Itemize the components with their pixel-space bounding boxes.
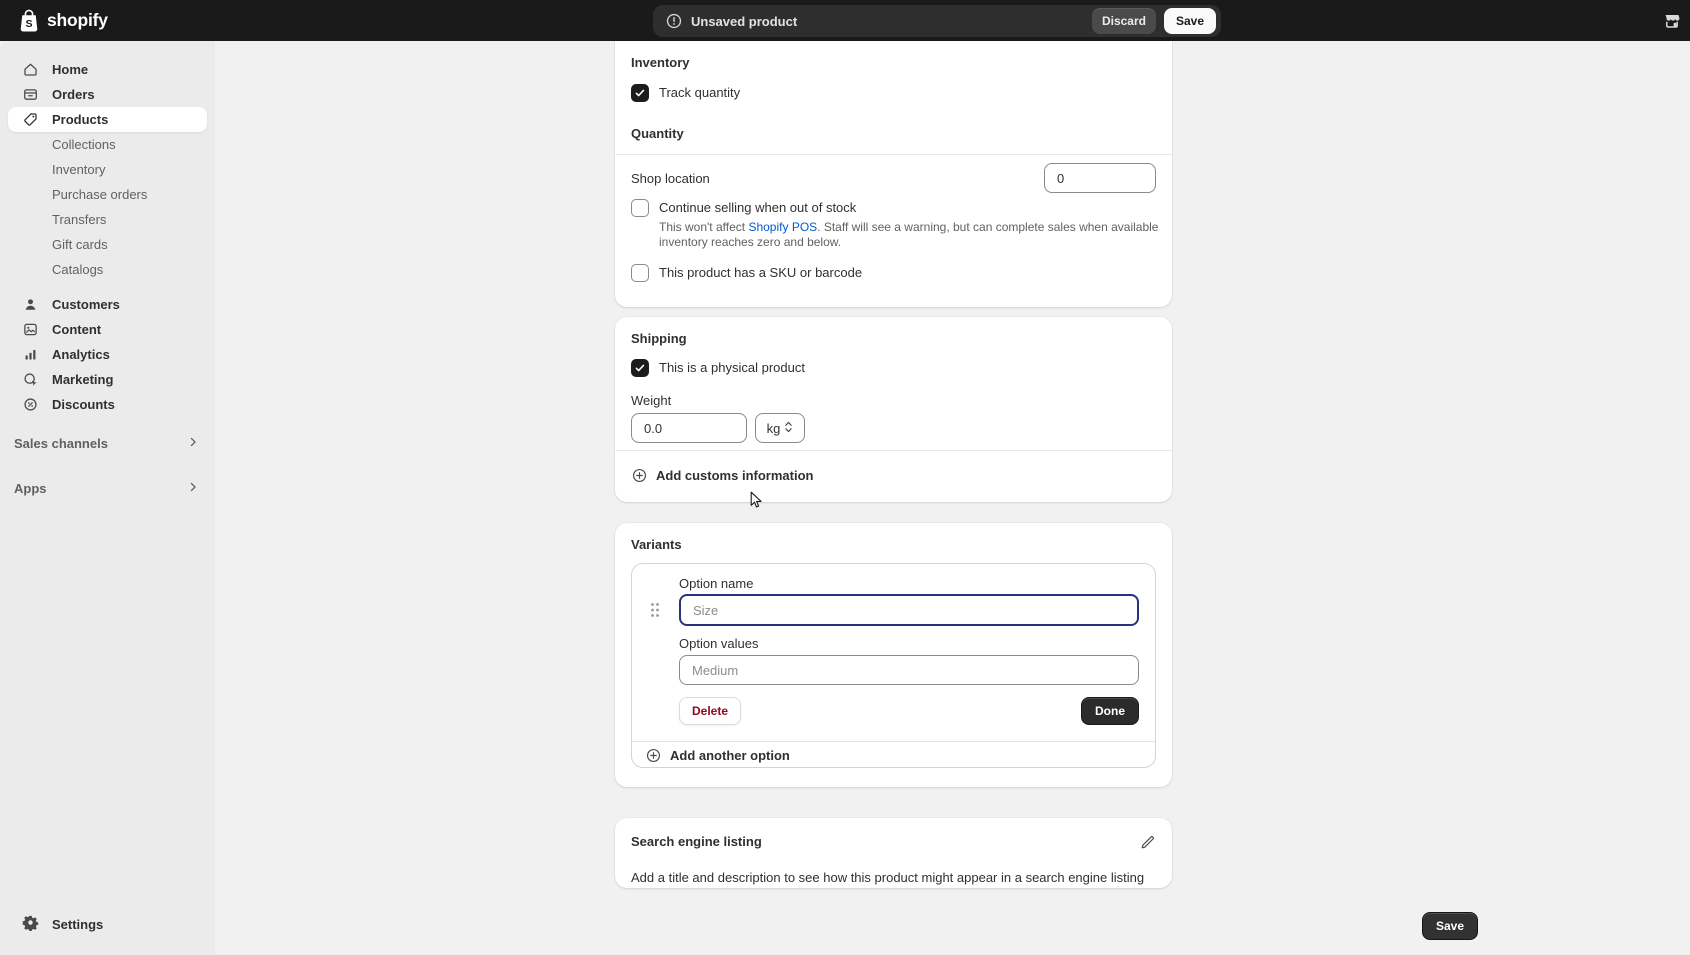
checkbox-checked-icon — [631, 359, 649, 377]
sidebar-item-catalogs[interactable]: Catalogs — [8, 257, 207, 282]
sidebar-item-products[interactable]: Products — [8, 107, 207, 132]
delete-option-button[interactable]: Delete — [679, 697, 741, 725]
shop-location-quantity-input[interactable] — [1044, 163, 1156, 193]
weight-unit-select[interactable]: kg — [755, 413, 805, 443]
sidebar: Home Orders Products Collections Invento… — [0, 41, 215, 955]
select-chevrons-icon — [784, 420, 793, 437]
option-name-input[interactable] — [679, 594, 1139, 626]
checkbox-unchecked — [631, 199, 649, 217]
continue-selling-checkbox[interactable]: Continue selling when out of stock — [631, 199, 1156, 217]
sidebar-item-gift-cards[interactable]: Gift cards — [8, 232, 207, 257]
continue-selling-help-text: This won't affect Shopify POS. Staff wil… — [659, 220, 1161, 250]
option-editor: Option name Option values Delete Done — [632, 564, 1155, 741]
variant-option-box: Option name Option values Delete Done Ad… — [631, 563, 1156, 768]
physical-product-checkbox[interactable]: This is a physical product — [631, 359, 1156, 377]
sidebar-nav: Home Orders Products Collections Invento… — [0, 41, 215, 501]
discounts-icon — [22, 396, 39, 413]
gear-icon — [22, 914, 39, 934]
content-icon — [22, 321, 39, 338]
home-icon — [22, 61, 39, 78]
option-buttons-row: Delete Done — [679, 697, 1139, 725]
unsaved-product-banner: Unsaved product Discard Save — [653, 5, 1221, 37]
sidebar-item-purchase-orders[interactable]: Purchase orders — [8, 182, 207, 207]
chevron-right-icon — [189, 481, 197, 496]
checkbox-unchecked — [631, 264, 649, 282]
inventory-card: Inventory Track quantity Quantity Shop l… — [615, 41, 1172, 307]
topbar-save-button[interactable]: Save — [1164, 8, 1216, 34]
sidebar-item-settings[interactable]: Settings — [8, 911, 207, 937]
weight-input[interactable] — [631, 413, 747, 443]
pencil-icon — [1139, 834, 1156, 851]
sidebar-item-customers[interactable]: Customers — [8, 292, 207, 317]
add-customs-information-button[interactable]: Add customs information — [631, 467, 813, 484]
option-name-label: Option name — [679, 576, 1139, 592]
customs-row: Add customs information — [631, 451, 1156, 499]
circle-plus-icon — [631, 467, 648, 484]
done-button[interactable]: Done — [1081, 697, 1139, 725]
storefront-icon — [1662, 11, 1682, 31]
store-menu-button[interactable] — [1661, 10, 1683, 32]
sku-barcode-checkbox[interactable]: This product has a SKU or barcode — [631, 264, 1156, 282]
shopify-pos-link[interactable]: Shopify POS — [748, 220, 817, 234]
page-save-button[interactable]: Save — [1422, 912, 1478, 940]
option-values-label: Option values — [679, 636, 1139, 652]
weight-label: Weight — [631, 393, 1156, 409]
sidebar-item-orders[interactable]: Orders — [8, 82, 207, 107]
seo-title: Search engine listing — [631, 834, 762, 850]
shopify-bag-icon: S — [18, 8, 40, 33]
svg-text:S: S — [25, 18, 32, 30]
edit-seo-button[interactable] — [1139, 834, 1156, 854]
topbar: S shopify Unsaved product Discard Save — [0, 0, 1690, 41]
sidebar-item-marketing[interactable]: Marketing — [8, 367, 207, 392]
shop-location-row: Shop location — [631, 163, 1156, 193]
inventory-title: Inventory — [631, 55, 1156, 71]
quantity-title: Quantity — [631, 126, 1156, 142]
shopify-wordmark: shopify — [47, 10, 108, 31]
sidebar-item-collections[interactable]: Collections — [8, 132, 207, 157]
drag-handle-icon[interactable] — [650, 602, 660, 618]
shop-location-label: Shop location — [631, 171, 710, 186]
sidebar-item-analytics[interactable]: Analytics — [8, 342, 207, 367]
sidebar-item-discounts[interactable]: Discounts — [8, 392, 207, 417]
variants-title: Variants — [631, 537, 1156, 553]
search-engine-listing-card: Search engine listing Add a title and de… — [615, 818, 1172, 888]
sidebar-item-home[interactable]: Home — [8, 57, 207, 82]
shipping-card: Shipping This is a physical product Weig… — [615, 317, 1172, 502]
seo-header-row: Search engine listing — [631, 834, 1156, 854]
nav-group-gap — [8, 282, 207, 292]
sidebar-item-content[interactable]: Content — [8, 317, 207, 342]
variants-card: Variants Option name Option values Delet… — [615, 523, 1172, 787]
customers-icon — [22, 296, 39, 313]
products-tag-icon — [22, 111, 39, 128]
marketing-icon — [22, 371, 39, 388]
divider — [615, 154, 1172, 155]
shopify-logo[interactable]: S shopify — [18, 8, 108, 33]
sidebar-item-inventory[interactable]: Inventory — [8, 157, 207, 182]
sidebar-section-apps[interactable]: Apps — [8, 476, 207, 501]
alert-icon — [665, 12, 683, 30]
orders-icon — [22, 86, 39, 103]
shopify-admin-product-page: S shopify Unsaved product Discard Save — [0, 0, 1690, 955]
checkbox-checked-icon — [631, 84, 649, 102]
option-values-input[interactable] — [679, 655, 1139, 685]
unsaved-product-label: Unsaved product — [691, 14, 797, 29]
circle-plus-icon — [645, 747, 662, 764]
add-another-option-row: Add another option — [632, 742, 1155, 768]
weight-row: kg — [631, 413, 1156, 443]
sidebar-item-transfers[interactable]: Transfers — [8, 207, 207, 232]
discard-button[interactable]: Discard — [1092, 8, 1156, 34]
shipping-title: Shipping — [631, 331, 1156, 347]
chevron-right-icon — [189, 436, 197, 451]
analytics-icon — [22, 346, 39, 363]
add-another-option-button[interactable]: Add another option — [645, 747, 790, 764]
seo-description: Add a title and description to see how t… — [631, 870, 1156, 886]
sidebar-section-sales-channels[interactable]: Sales channels — [8, 431, 207, 456]
track-quantity-checkbox[interactable]: Track quantity — [631, 84, 1156, 102]
